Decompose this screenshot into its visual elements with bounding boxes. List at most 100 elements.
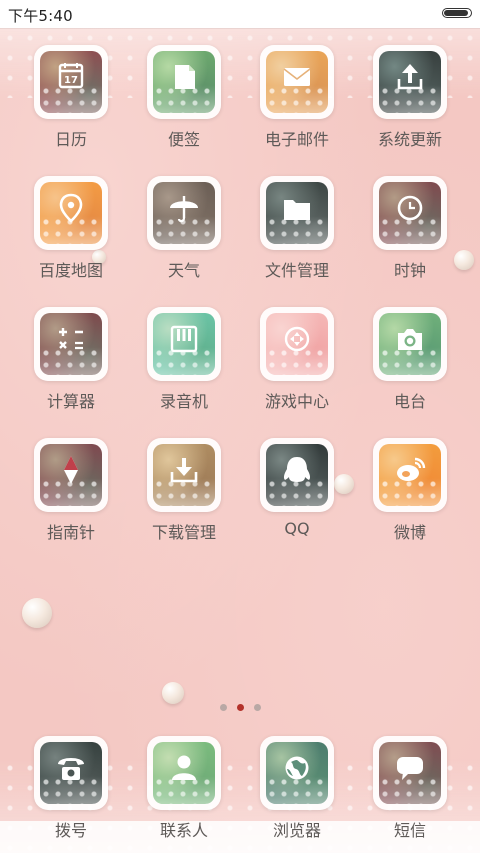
app-icon-tile bbox=[153, 182, 215, 244]
lace-decoration bbox=[379, 478, 441, 506]
apps-map-pin[interactable]: 百度地图 bbox=[11, 159, 131, 280]
lace-decoration bbox=[153, 478, 215, 506]
app-icon-frame bbox=[147, 736, 221, 810]
dock-browser[interactable]: 浏览器 bbox=[237, 719, 357, 840]
apps-weibo[interactable]: 微博 bbox=[350, 421, 470, 542]
lace-decoration bbox=[379, 85, 441, 113]
app-icon-frame bbox=[373, 307, 447, 381]
lace-decoration bbox=[40, 776, 102, 804]
app-label: 电子邮件 bbox=[264, 130, 329, 149]
lace-decoration bbox=[153, 776, 215, 804]
app-label: 下载管理 bbox=[151, 523, 216, 542]
app-icon-tile: 17 bbox=[40, 51, 102, 113]
page-dot[interactable] bbox=[219, 704, 227, 711]
app-icon-tile bbox=[266, 313, 328, 375]
apps-clock[interactable]: 时钟 bbox=[350, 159, 470, 280]
app-icon-tile bbox=[379, 51, 441, 113]
app-icon-frame bbox=[260, 307, 334, 381]
apps-umbrella[interactable]: 天气 bbox=[124, 159, 244, 280]
app-label: 时钟 bbox=[393, 261, 426, 280]
status-time: 下午5:40 bbox=[8, 7, 73, 25]
app-grid: 17 日历 便签 电子邮件 系统更新百度地图 天气 文件管理 时钟计算器 录音机 游戏中心 电台指南… bbox=[0, 28, 480, 588]
apps-update[interactable]: 系统更新 bbox=[350, 28, 470, 149]
app-icon-frame bbox=[34, 736, 108, 810]
battery-level bbox=[444, 10, 468, 16]
battery-icon bbox=[442, 8, 472, 18]
app-label: 拨号 bbox=[54, 821, 87, 840]
app-icon-tile bbox=[153, 742, 215, 804]
apps-calendar[interactable]: 17 日历 bbox=[11, 28, 131, 149]
lace-decoration bbox=[153, 347, 215, 375]
lace-decoration bbox=[40, 216, 102, 244]
app-label: 计算器 bbox=[46, 392, 95, 411]
app-label: 游戏中心 bbox=[264, 392, 329, 411]
apps-radio[interactable]: 电台 bbox=[350, 290, 470, 411]
app-icon-tile bbox=[379, 313, 441, 375]
app-label: 百度地图 bbox=[38, 261, 103, 280]
app-icon-frame bbox=[260, 176, 334, 250]
app-icon-tile bbox=[153, 313, 215, 375]
dock: 拨号 联系人 浏览器 短信 bbox=[0, 735, 480, 853]
dock-message[interactable]: 短信 bbox=[350, 719, 470, 840]
app-icon-frame bbox=[34, 176, 108, 250]
app-icon-tile bbox=[379, 444, 441, 506]
apps-compass[interactable]: 指南针 bbox=[11, 421, 131, 542]
apps-recorder[interactable]: 录音机 bbox=[124, 290, 244, 411]
lace-decoration bbox=[266, 776, 328, 804]
app-icon-tile bbox=[40, 313, 102, 375]
app-icon-frame bbox=[373, 736, 447, 810]
app-icon-tile bbox=[153, 51, 215, 113]
lace-decoration bbox=[266, 478, 328, 506]
app-icon-frame bbox=[260, 736, 334, 810]
apps-folder[interactable]: 文件管理 bbox=[237, 159, 357, 280]
app-label: 文件管理 bbox=[264, 261, 329, 280]
app-icon-tile bbox=[266, 51, 328, 113]
dock-phone[interactable]: 拨号 bbox=[11, 719, 131, 840]
apps-download[interactable]: 下载管理 bbox=[124, 421, 244, 542]
status-bar: 下午5:40 bbox=[0, 0, 480, 28]
lace-decoration bbox=[266, 85, 328, 113]
app-icon-frame bbox=[260, 45, 334, 119]
lace-decoration bbox=[153, 85, 215, 113]
page-dot-active[interactable] bbox=[236, 704, 244, 711]
app-icon-frame bbox=[373, 438, 447, 512]
lace-decoration bbox=[379, 347, 441, 375]
app-label: 日历 bbox=[54, 130, 87, 149]
app-icon-frame bbox=[147, 45, 221, 119]
app-label: 短信 bbox=[393, 821, 426, 840]
lace-decoration bbox=[379, 216, 441, 244]
app-label: QQ bbox=[284, 519, 310, 538]
app-icon-tile bbox=[40, 444, 102, 506]
app-label: 浏览器 bbox=[272, 821, 321, 840]
pearl-decoration bbox=[22, 598, 52, 628]
app-icon-frame bbox=[34, 438, 108, 512]
app-icon-tile bbox=[266, 444, 328, 506]
apps-note[interactable]: 便签 bbox=[124, 28, 244, 149]
app-icon-frame bbox=[147, 307, 221, 381]
app-icon-frame bbox=[147, 176, 221, 250]
apps-calculator[interactable]: 计算器 bbox=[11, 290, 131, 411]
app-icon-tile bbox=[266, 182, 328, 244]
app-icon-tile bbox=[379, 742, 441, 804]
app-label: 便签 bbox=[167, 130, 200, 149]
app-label: 系统更新 bbox=[377, 130, 442, 149]
app-label: 指南针 bbox=[46, 523, 95, 542]
dock-contacts[interactable]: 联系人 bbox=[124, 719, 244, 840]
app-icon-frame bbox=[373, 45, 447, 119]
lace-decoration bbox=[40, 478, 102, 506]
app-label: 电台 bbox=[393, 392, 426, 411]
lace-decoration bbox=[40, 347, 102, 375]
app-icon-tile bbox=[266, 742, 328, 804]
app-icon-tile bbox=[40, 182, 102, 244]
app-icon-frame bbox=[373, 176, 447, 250]
lace-decoration bbox=[379, 776, 441, 804]
lace-decoration bbox=[153, 216, 215, 244]
apps-gamepad[interactable]: 游戏中心 bbox=[237, 290, 357, 411]
app-icon-frame: 17 bbox=[34, 45, 108, 119]
page-dot[interactable] bbox=[253, 704, 261, 711]
lace-decoration bbox=[266, 216, 328, 244]
lace-decoration bbox=[266, 347, 328, 375]
app-icon-tile bbox=[40, 742, 102, 804]
apps-qq-penguin[interactable]: QQ bbox=[237, 421, 357, 541]
apps-mail[interactable]: 电子邮件 bbox=[237, 28, 357, 149]
